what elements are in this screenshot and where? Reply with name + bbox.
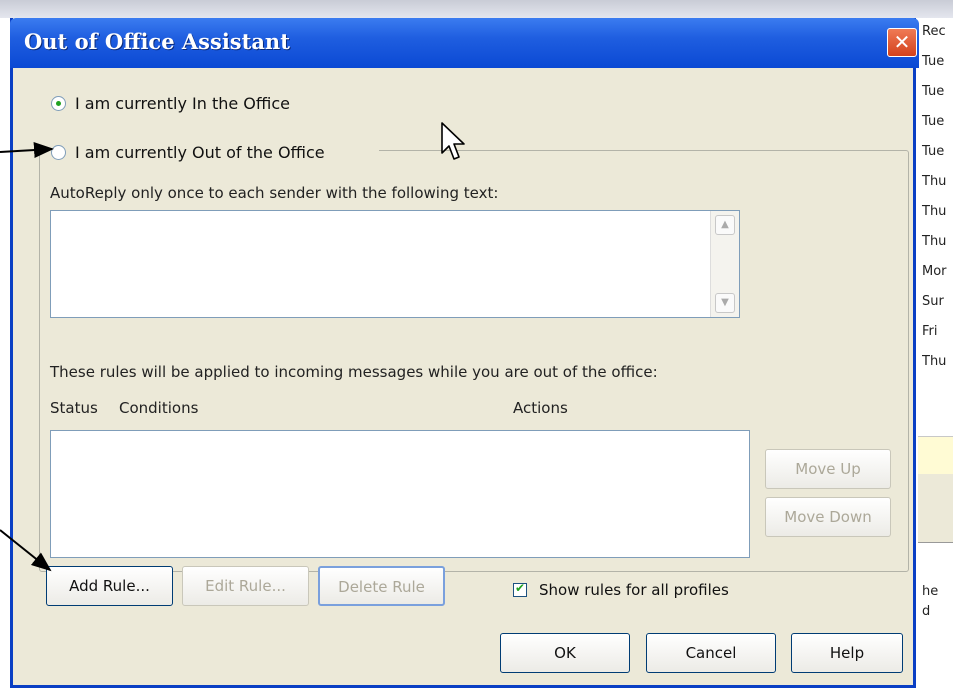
annotation-arrow-add-rule [0, 529, 52, 572]
mouse-pointer-icon [441, 122, 465, 160]
annotation-arrow-out-of-office [0, 142, 54, 159]
annotation-arrows [0, 142, 54, 572]
